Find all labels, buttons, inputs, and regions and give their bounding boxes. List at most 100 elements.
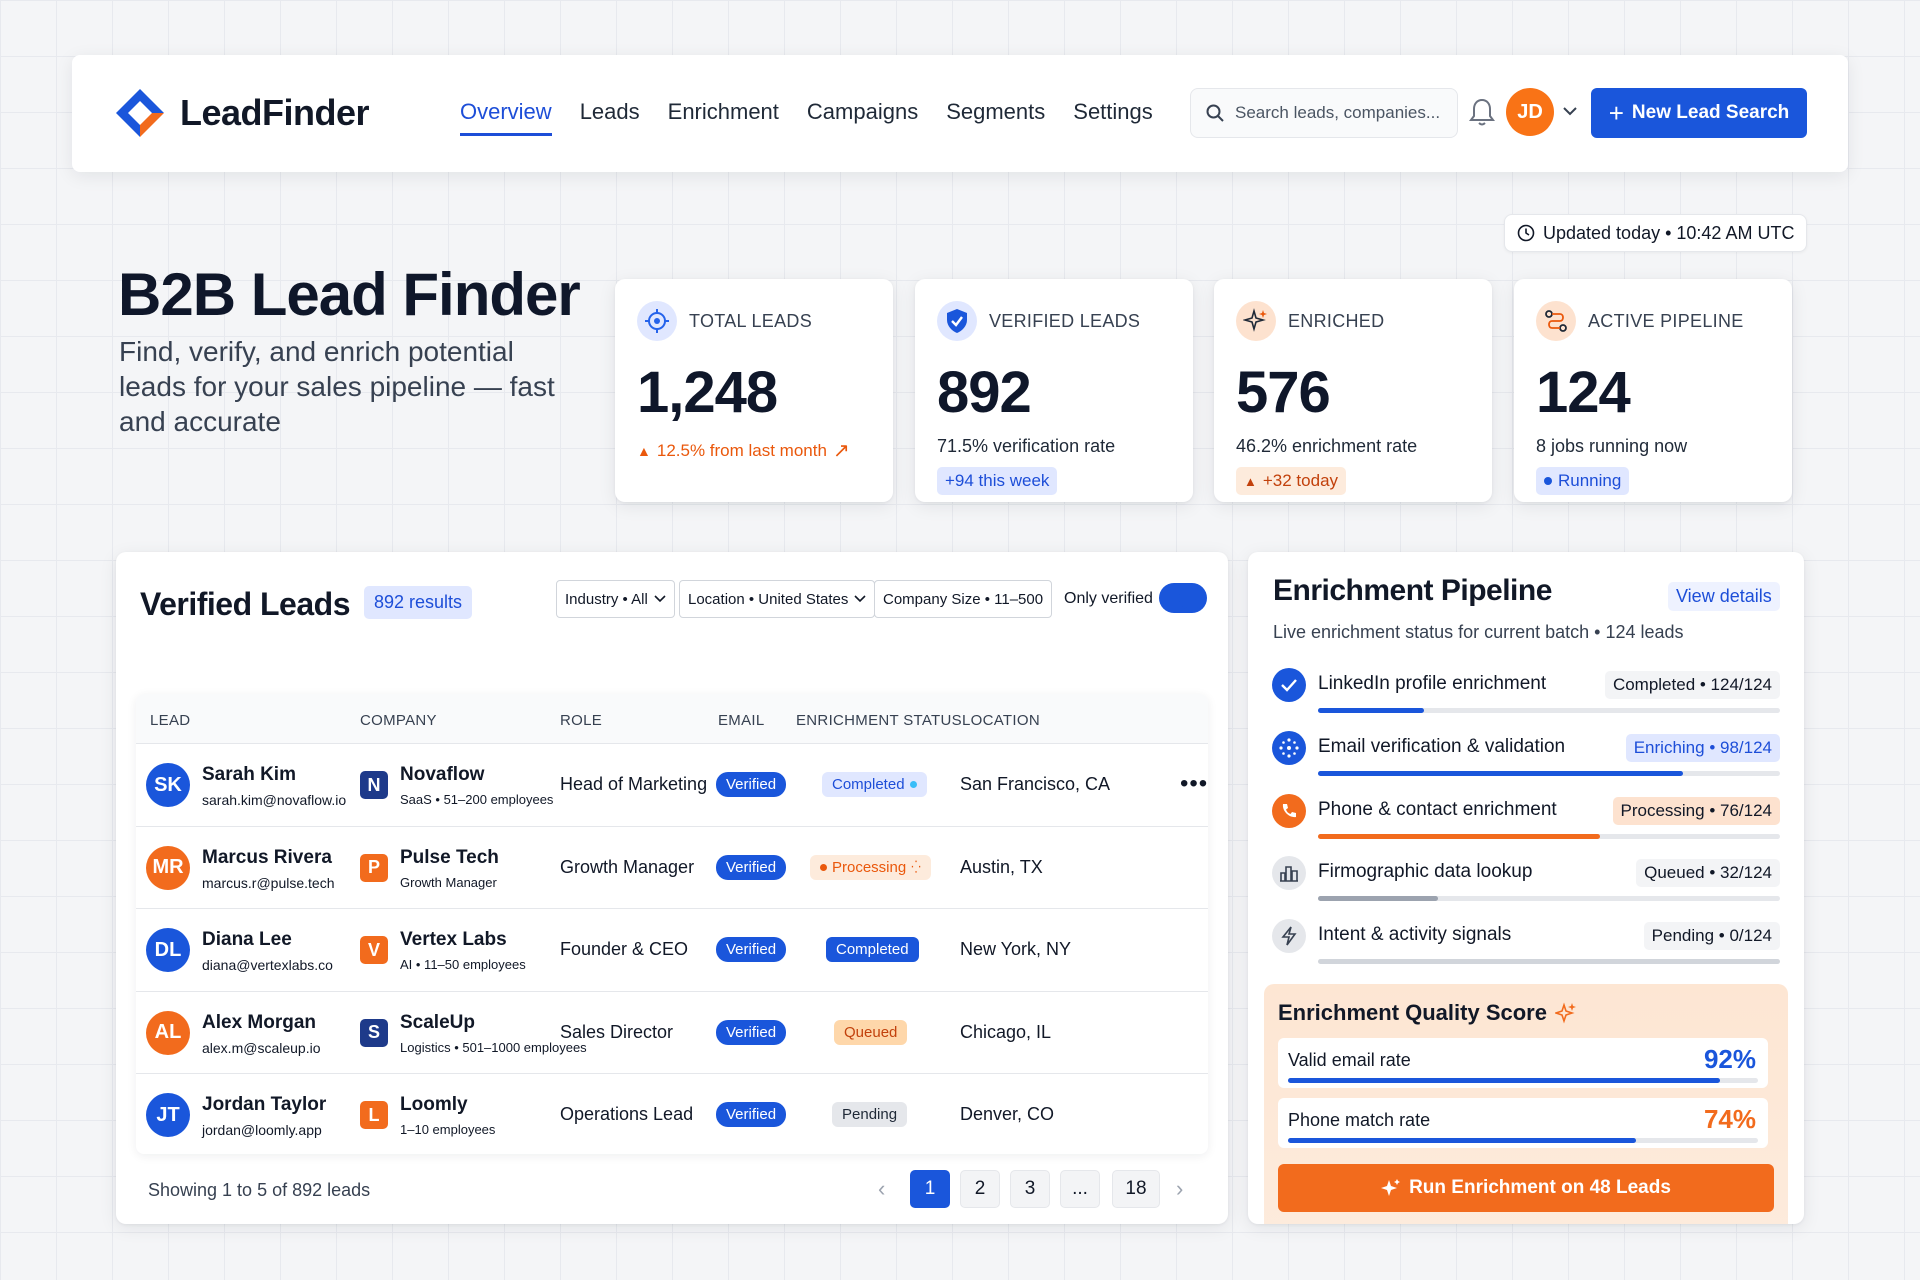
email-verified-badge: Verified <box>716 772 787 797</box>
pagination-summary: Showing 1 to 5 of 892 leads <box>148 1180 371 1200</box>
step-name: Intent & activity signals <box>1318 924 1512 945</box>
column-role[interactable]: ROLE <box>560 712 602 729</box>
lead-role: Operations Lead <box>560 1104 694 1124</box>
column-enrichment-status[interactable]: ENRICHMENT STATUS <box>796 712 962 729</box>
bell-icon[interactable] <box>1469 97 1495 127</box>
table-row[interactable]: JT Jordan Taylor jordan@loomly.app L Loo… <box>136 1074 1208 1157</box>
step-progress-track <box>1318 708 1780 713</box>
nav-segments[interactable]: Segments <box>946 99 1045 136</box>
step-progress-fill <box>1318 708 1425 713</box>
route-icon <box>1536 301 1576 341</box>
stat-card-active-pipeline: ACTIVE PIPELINE 124 8 jobs running now R… <box>1514 279 1792 502</box>
lead-role: Growth Manager <box>560 856 695 877</box>
run-enrichment-button[interactable]: Run Enrichment on 48 Leads <box>1278 1164 1774 1212</box>
page-1-button[interactable]: 1 <box>910 1170 950 1208</box>
lead-role: Founder & CEO <box>560 939 689 959</box>
nav-overview[interactable]: Overview <box>460 99 552 136</box>
arrow-up-right-icon: ↗ <box>832 440 850 462</box>
only-verified-label: Only verified <box>1064 590 1153 607</box>
lead-name: Diana Lee <box>202 929 292 950</box>
updated-text: Updated today • 10:42 AM UTC <box>1543 222 1795 243</box>
page-ellipsis: ... <box>1060 1170 1100 1208</box>
search-box[interactable] <box>1190 88 1458 138</box>
leads-title: Verified Leads <box>140 586 350 622</box>
status-text: Queued <box>844 1023 898 1041</box>
lead-name: Sarah Kim <box>202 764 296 785</box>
chevron-right-icon[interactable]: › <box>1176 1176 1183 1202</box>
column-company[interactable]: COMPANY <box>360 712 437 729</box>
search-icon <box>1206 104 1224 122</box>
page-3-button[interactable]: 3 <box>1010 1170 1050 1208</box>
sparkle-icon <box>1236 301 1276 341</box>
filter-label: Location • United States <box>688 590 849 608</box>
dot-icon <box>820 863 827 871</box>
metric-value: 74% <box>1703 1104 1756 1134</box>
page-2-button[interactable]: 2 <box>960 1170 1000 1208</box>
company-name: Vertex Labs <box>400 929 507 950</box>
status-text: Completed <box>832 776 905 793</box>
company-logo: L <box>360 1101 388 1129</box>
nav-settings[interactable]: Settings <box>1073 99 1153 136</box>
nav-enrichment[interactable]: Enrichment <box>668 99 779 136</box>
triangle-up-icon: ▲ <box>637 442 651 459</box>
table-row[interactable]: DL Diana Lee diana@vertexlabs.co V Verte… <box>136 909 1208 992</box>
step-status-badge: Enriching • 98/124 <box>1625 734 1780 762</box>
pipeline-step[interactable]: Email verification & validation Enrichin… <box>1272 727 1780 783</box>
pipeline-step[interactable]: LinkedIn profile enrichment Completed • … <box>1272 664 1780 720</box>
table-row[interactable]: MR Marcus Rivera marcus.r@pulse.tech P P… <box>136 827 1208 909</box>
nav-leads[interactable]: Leads <box>580 99 640 136</box>
filter-company-size[interactable]: Company Size • 11–500 <box>874 580 1053 618</box>
only-verified-toggle[interactable] <box>1159 583 1207 613</box>
brand[interactable]: LeadFinder <box>114 87 370 139</box>
table-row[interactable]: SK Sarah Kim sarah.kim@novaflow.io N Nov… <box>136 744 1208 827</box>
avatar: AL <box>146 1010 190 1055</box>
filter-label: Company Size • 11–500 <box>883 590 1044 608</box>
company-meta: SaaS • 51–200 employees <box>400 792 554 807</box>
stat-value: 1,248 <box>637 360 778 425</box>
step-status-badge: Processing • 76/124 <box>1612 797 1780 825</box>
page-18-button[interactable]: 18 <box>1112 1170 1160 1208</box>
lead-name: Jordan Taylor <box>202 1094 327 1115</box>
chevron-left-icon[interactable]: ‹ <box>878 1176 885 1202</box>
new-lead-search-button[interactable]: + New Lead Search <box>1591 88 1807 138</box>
chevron-down-icon <box>654 595 666 603</box>
step-status-badge: Queued • 32/124 <box>1636 859 1780 887</box>
pipeline-step[interactable]: Firmographic data lookup Queued • 32/124 <box>1272 852 1780 908</box>
company-name: Novaflow <box>400 764 485 785</box>
metric-value: 92% <box>1703 1044 1756 1074</box>
pipeline-step[interactable]: Intent & activity signals Pending • 0/12… <box>1272 915 1780 971</box>
lead-location: San Francisco, CA <box>960 774 1111 794</box>
table-row[interactable]: AL Alex Morgan alex.m@scaleup.io S Scale… <box>136 992 1208 1074</box>
avatar: DL <box>146 928 190 972</box>
company-logo: V <box>360 936 388 964</box>
quality-score-panel: Enrichment Quality Score Valid email rat… <box>1264 984 1788 1224</box>
column-location[interactable]: LOCATION <box>962 712 1040 729</box>
chevron-down-icon[interactable] <box>1562 105 1578 117</box>
company-logo: N <box>360 771 388 799</box>
status-text: Pending <box>842 1106 898 1123</box>
column-lead[interactable]: LEAD <box>150 712 190 729</box>
nav-campaigns[interactable]: Campaigns <box>807 99 918 136</box>
page-title: B2B Lead Finder <box>118 261 581 328</box>
view-details-link[interactable]: View details <box>1668 582 1780 611</box>
search-input[interactable] <box>1235 103 1445 123</box>
building-icon <box>1272 856 1306 890</box>
main-nav: Overview Leads Enrichment Campaigns Segm… <box>460 99 1153 136</box>
check-icon <box>1272 668 1306 702</box>
user-avatar[interactable]: JD <box>1506 88 1554 136</box>
filter-industry[interactable]: Industry • All <box>556 580 675 618</box>
more-options-icon[interactable]: ••• <box>1180 770 1208 798</box>
company-meta: Logistics • 501–1000 employees <box>400 1039 587 1055</box>
stat-card-verified-leads: VERIFIED LEADS 892 71.5% verification ra… <box>915 279 1193 502</box>
stat-card-enriched: ENRICHED 576 46.2% enrichment rate ▲ +32… <box>1214 279 1492 502</box>
column-email[interactable]: EMAIL <box>718 712 765 729</box>
company-name: Loomly <box>400 1094 468 1115</box>
updated-badge: Updated today • 10:42 AM UTC <box>1504 214 1808 252</box>
pipeline-title: Enrichment Pipeline <box>1273 574 1552 607</box>
step-name: Email verification & validation <box>1318 736 1566 757</box>
lead-location: Austin, TX <box>960 856 1043 877</box>
pipeline-step[interactable]: Phone & contact enrichment Processing • … <box>1272 790 1780 846</box>
stat-card-total-leads: TOTAL LEADS 1,248 ▲ 12.5% from last mont… <box>615 279 893 502</box>
filter-location[interactable]: Location • United States <box>679 580 876 618</box>
stat-label: VERIFIED LEADS <box>989 310 1141 331</box>
